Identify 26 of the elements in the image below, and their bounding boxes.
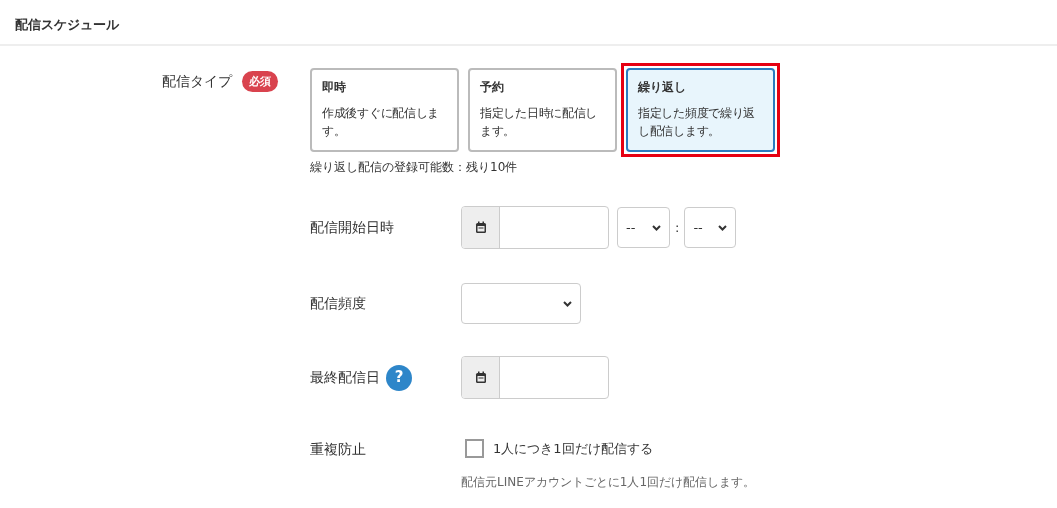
delivery-type-option[interactable]: 予約 指定した日時に配信します。 xyxy=(468,68,617,152)
minute-select[interactable]: -- xyxy=(684,207,737,248)
help-text: 配信元LINEアカウントごとに1人1回だけ配信します。 xyxy=(461,473,756,491)
date-input[interactable] xyxy=(461,206,609,249)
date-input[interactable] xyxy=(461,356,609,399)
calendar-icon xyxy=(474,221,487,234)
chevron-down-icon xyxy=(718,224,728,231)
chevron-down-icon xyxy=(563,300,572,307)
chevron-down-icon xyxy=(652,224,661,231)
delivery-type-option[interactable]: 繰り返し 指定した頻度で繰り返し配信します。 xyxy=(626,68,775,152)
checkbox[interactable] xyxy=(465,439,484,459)
section-title: 配信スケジュール xyxy=(15,17,119,32)
calendar-icon xyxy=(474,371,487,384)
field-label: 配信頻度 xyxy=(310,294,366,313)
hour-select[interactable]: -- xyxy=(617,207,670,248)
help-icon[interactable]: ? xyxy=(386,364,412,391)
field-label: 最終配信日 xyxy=(310,368,380,387)
frequency-select[interactable] xyxy=(461,283,581,324)
remaining-count-note: 繰り返し配信の登録可能数：残り10件 xyxy=(310,159,519,176)
field-label: 配信タイプ xyxy=(162,72,232,91)
checkbox-label: 1人につき1回だけ配信する xyxy=(493,440,653,458)
delivery-type-option[interactable]: 即時 作成後すぐに配信します。 xyxy=(310,68,459,152)
time-separator: : xyxy=(675,218,680,237)
field-label: 重複防止 xyxy=(310,440,366,459)
field-label: 配信開始日時 xyxy=(310,218,394,237)
required-badge: 必須 xyxy=(242,71,278,93)
